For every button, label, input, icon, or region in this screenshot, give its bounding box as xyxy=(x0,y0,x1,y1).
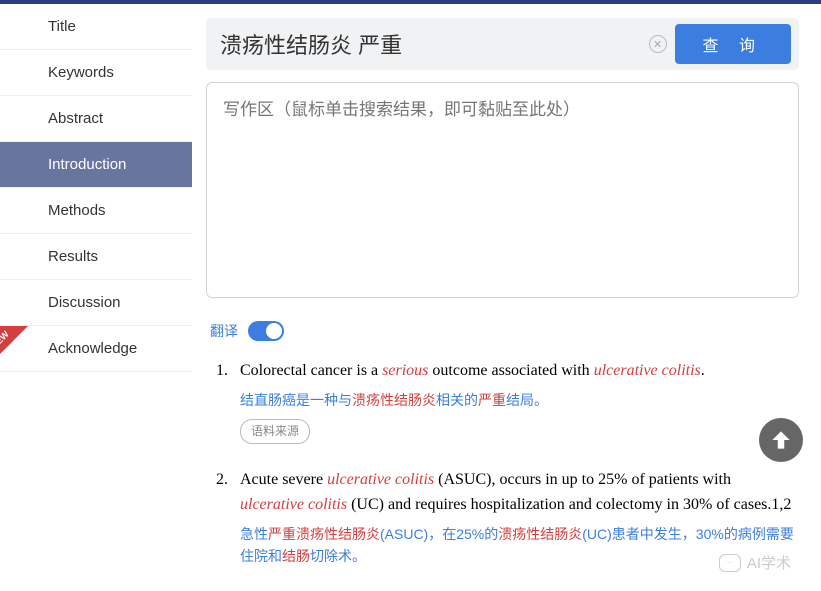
clear-search-button[interactable]: ✕ xyxy=(649,35,667,53)
result-item[interactable]: 2.Acute severe ulcerative colitis (ASUC)… xyxy=(210,468,795,567)
write-area[interactable] xyxy=(206,82,799,298)
results-list: 1. Colorectal cancer is a serious outcome… xyxy=(206,359,799,567)
result-english: Acute severe ulcerative colitis (ASUC), … xyxy=(240,468,795,518)
translate-toggle[interactable] xyxy=(248,321,284,341)
sidebar-item-discussion[interactable]: Discussion xyxy=(0,280,192,326)
scroll-top-button[interactable] xyxy=(759,418,803,462)
sidebar: TitleKeywordsAbstractIntroductionMethods… xyxy=(0,4,192,591)
sidebar-item-abstract[interactable]: Abstract xyxy=(0,96,192,142)
result-item[interactable]: 1. Colorectal cancer is a serious outcome… xyxy=(210,359,795,444)
result-english: Colorectal cancer is a serious outcome a… xyxy=(240,359,795,384)
translate-label: 翻译 xyxy=(210,321,238,341)
sidebar-item-results[interactable]: Results xyxy=(0,234,192,280)
main-content: ✕ 查 询 翻译 1. Colorectal cancer is a seriou… xyxy=(192,4,821,591)
result-chinese: 急性严重溃疡性结肠炎(ASUC)，在25%的溃疡性结肠炎(UC)患者中发生，30… xyxy=(240,524,795,567)
query-button[interactable]: 查 询 xyxy=(675,24,791,64)
search-row: ✕ 查 询 xyxy=(206,18,799,70)
wechat-icon: · xyxy=(719,554,741,572)
watermark: · AI学术 xyxy=(719,552,791,573)
arrow-up-icon xyxy=(768,427,794,453)
result-number: 2. xyxy=(210,468,228,567)
sidebar-item-title[interactable]: Title xyxy=(0,4,192,50)
translate-row: 翻译 xyxy=(210,321,799,341)
sidebar-item-introduction[interactable]: Introduction xyxy=(0,142,192,188)
watermark-text: AI学术 xyxy=(747,552,791,573)
result-chinese: 结直肠癌是一种与溃疡性结肠炎相关的严重结局。 xyxy=(240,390,795,412)
source-button[interactable]: 语料来源 xyxy=(240,419,310,444)
sidebar-item-acknowledge[interactable]: Acknowledge xyxy=(0,326,192,372)
search-input[interactable] xyxy=(214,27,641,61)
sidebar-item-methods[interactable]: Methods xyxy=(0,188,192,234)
result-number: 1. xyxy=(210,359,228,444)
sidebar-item-keywords[interactable]: Keywords xyxy=(0,50,192,96)
